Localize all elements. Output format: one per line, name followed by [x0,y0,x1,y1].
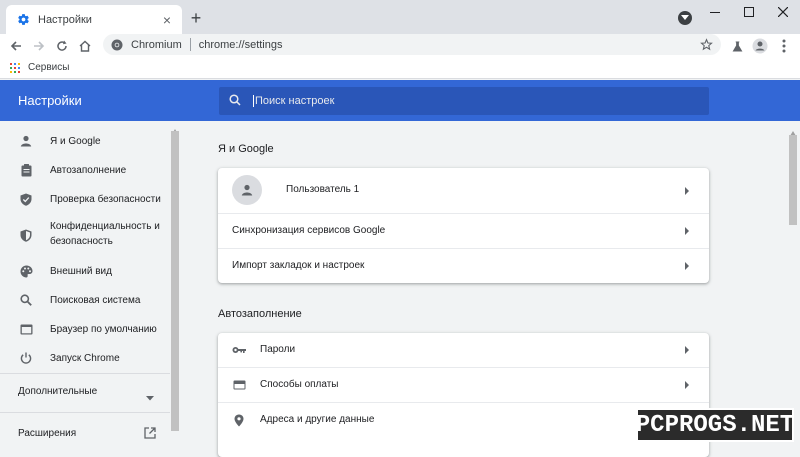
sidebar-item-label: Запуск Chrome [50,352,120,364]
sidebar-advanced[interactable]: Дополнительные [18,386,97,397]
row-user-profile[interactable]: Пользователь 1 [218,168,709,213]
chevron-right-icon [685,346,689,354]
search-icon [229,94,243,108]
row-label: Способы оплаты [260,379,339,390]
site-name: Chromium [131,38,182,51]
home-icon[interactable] [75,36,95,56]
tab-title: Настройки [38,13,92,26]
text-caret [253,95,254,107]
url-text[interactable]: chrome://settings [199,39,699,51]
row-label: Пароли [260,344,296,355]
row-label: Пользователь 1 [286,184,360,195]
main-scrollbar[interactable] [786,121,800,457]
row-passwords[interactable]: Пароли [218,333,709,367]
maximize-button[interactable] [732,0,766,24]
search-box[interactable] [219,87,709,115]
back-arrow-icon[interactable] [6,36,26,56]
row-label: Импорт закладок и настроек [232,260,365,271]
sidebar-item-you-and-google[interactable]: Я и Google [0,133,170,149]
sidebar-item-label: Автозаполнение [50,164,127,176]
watermark: PCPROGS.NET [636,408,794,442]
sidebar-item-label: Внешний вид [50,265,112,277]
omnibox-separator [189,38,191,51]
minimize-button[interactable] [698,0,732,24]
sidebar-item-default-browser[interactable]: Браузер по умолчанию [0,321,170,337]
menu-dots-icon[interactable] [774,36,794,56]
chevron-down-icon[interactable] [678,11,692,25]
shield-icon [19,228,33,242]
sidebar-extensions[interactable]: Расширения [18,428,76,439]
chromium-icon [111,39,123,51]
tab-strip: Настройки × + [0,0,800,34]
chevron-right-icon [685,227,689,235]
sidebar-scrollbar[interactable] [170,121,180,457]
address-bar[interactable]: Chromium chrome://settings [103,34,721,55]
sidebar-item-on-startup[interactable]: Запуск Chrome [0,350,170,366]
sidebar-divider [0,412,170,413]
power-icon [19,351,33,365]
page-title: Настройки [18,93,82,108]
sidebar-item-safety-check[interactable]: Проверка безопасности [0,191,170,207]
sidebar-item-appearance[interactable]: Внешний вид [0,263,170,279]
tab-settings[interactable]: Настройки × [6,5,182,34]
sidebar-item-label: Я и Google [50,135,101,147]
sidebar-item-privacy[interactable]: Конфиденциальность и безопасность [0,219,170,251]
row-label: Синхронизация сервисов Google [232,225,386,236]
gear-icon [16,13,30,27]
shield-check-icon [19,192,33,206]
sidebar-scroll-thumb[interactable] [171,131,179,431]
card-you-and-google: Пользователь 1 Синхронизация сервисов Go… [218,168,709,283]
row-sync[interactable]: Синхронизация сервисов Google [218,214,709,248]
sidebar: Я и Google Автозаполнение Проверка безоп… [0,121,170,457]
close-icon[interactable]: × [160,12,174,28]
palette-icon [19,264,33,278]
profile-avatar-icon[interactable] [750,36,770,56]
person-icon [19,134,33,148]
flask-icon[interactable] [727,36,747,56]
scroll-up-icon[interactable] [790,125,796,136]
browser-icon [19,322,33,336]
main-scroll-thumb[interactable] [789,135,797,225]
bookmark-apps-label[interactable]: Сервисы [28,62,69,73]
star-icon[interactable] [699,38,713,52]
sidebar-item-label: Поисковая система [50,294,141,306]
open-in-new-icon[interactable] [144,427,156,439]
close-window-button[interactable] [766,0,800,24]
search-input[interactable] [255,95,675,107]
reload-icon[interactable] [52,36,72,56]
location-pin-icon [232,413,246,427]
settings-header: Настройки [0,80,800,121]
avatar-icon [232,175,262,205]
chevron-right-icon [685,187,689,195]
sidebar-item-search-engine[interactable]: Поисковая система [0,292,170,308]
key-icon [232,343,246,357]
sidebar-item-label: Проверка безопасности [50,193,161,205]
section-title-you-and-google: Я и Google [218,143,274,155]
chevron-right-icon [685,262,689,270]
sidebar-divider [0,373,170,374]
sidebar-item-autofill[interactable]: Автозаполнение [0,162,170,178]
new-tab-button[interactable]: + [187,8,205,28]
row-payment-methods[interactable]: Способы оплаты [218,368,709,402]
chevron-down-icon[interactable] [146,390,154,401]
scroll-up-icon[interactable] [172,123,178,134]
toolbar: Chromium chrome://settings [0,34,800,57]
search-icon [19,293,33,307]
bookmarks-bar: Сервисы [0,57,800,79]
apps-icon[interactable] [10,62,20,73]
clipboard-icon [19,163,33,177]
row-label: Адреса и другие данные [260,414,375,425]
section-title-autofill: Автозаполнение [218,308,302,320]
sidebar-item-label: Браузер по умолчанию [50,323,157,335]
chevron-right-icon [685,381,689,389]
settings-main: Я и Google Пользователь 1 Синхронизация … [180,121,786,457]
row-import[interactable]: Импорт закладок и настроек [218,249,709,283]
sidebar-item-label: Конфиденциальность и безопасность [50,221,160,247]
forward-arrow-icon[interactable] [29,36,49,56]
credit-card-icon [232,378,246,392]
